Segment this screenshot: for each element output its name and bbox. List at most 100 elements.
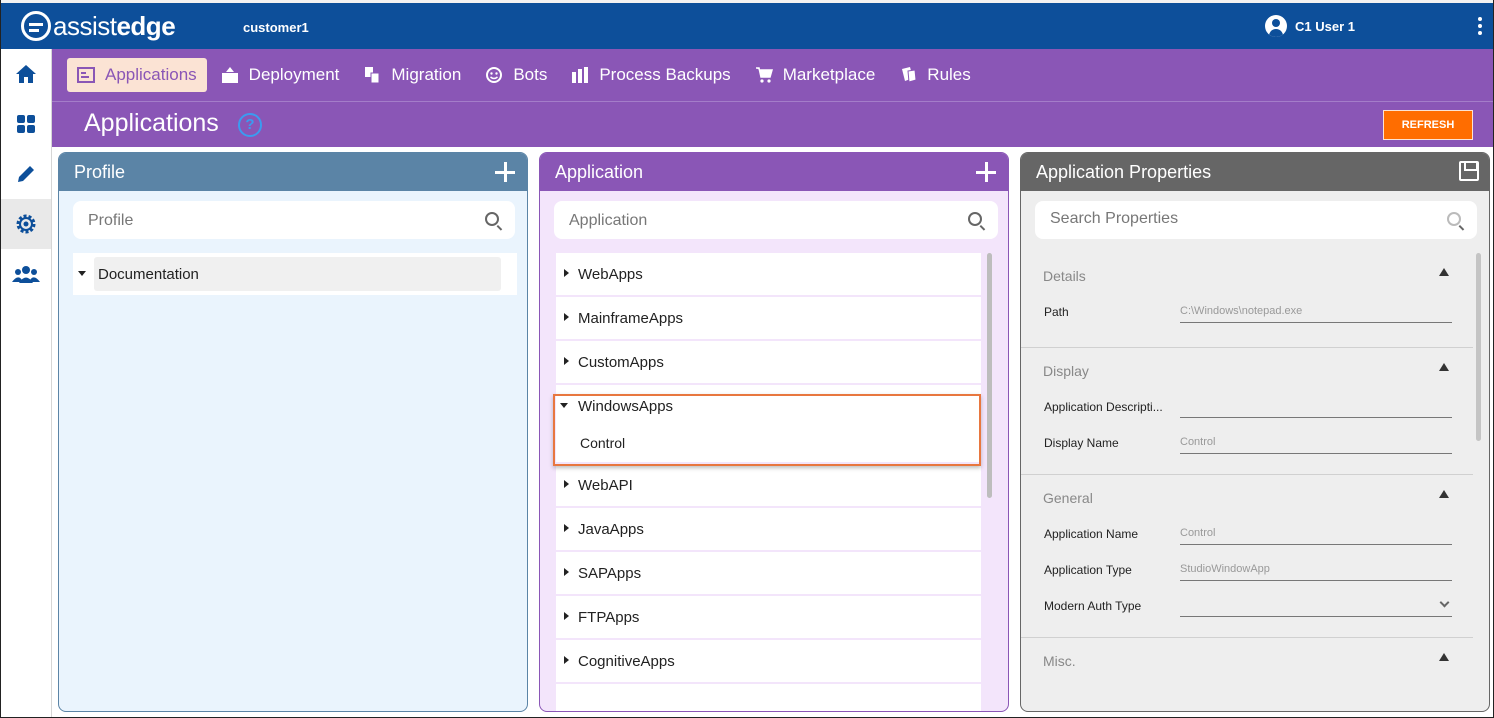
list-item-webapi[interactable]: WebAPI bbox=[556, 464, 981, 506]
caret-right-icon[interactable] bbox=[564, 269, 569, 277]
nav-applications-label: Applications bbox=[105, 65, 197, 84]
nav-rules[interactable]: Rules bbox=[889, 58, 980, 92]
more-options-icon[interactable] bbox=[1477, 17, 1483, 37]
collapse-icon[interactable] bbox=[1439, 490, 1449, 498]
caret-down-icon[interactable] bbox=[560, 403, 568, 408]
nav-applications[interactable]: Applications bbox=[67, 58, 207, 92]
list-item-label: WebApps bbox=[578, 266, 643, 283]
help-icon[interactable]: ? bbox=[238, 113, 262, 137]
rail-settings[interactable] bbox=[1, 199, 51, 249]
assistedge-logo[interactable]: assist edge bbox=[21, 10, 176, 42]
caret-right-icon[interactable] bbox=[564, 480, 569, 488]
list-item-cognitiveapps[interactable]: CognitiveApps bbox=[556, 640, 981, 682]
prop-path-label: Path bbox=[1044, 305, 1069, 319]
prop-app-name-field[interactable]: Control bbox=[1180, 521, 1452, 545]
search-icon[interactable] bbox=[485, 212, 499, 226]
prop-path-field[interactable]: C:\Windows\notepad.exe bbox=[1180, 299, 1452, 323]
section-details-title: Details bbox=[1043, 268, 1086, 284]
nav-marketplace[interactable]: Marketplace bbox=[745, 58, 886, 92]
list-item-label: CustomApps bbox=[578, 354, 664, 371]
profile-panel: Profile Profile Documentation bbox=[58, 152, 528, 712]
page-title-bar: Applications ? REFRESH bbox=[52, 101, 1493, 147]
user-menu[interactable]: C1 User 1 bbox=[1265, 15, 1355, 37]
prop-display-name-row: Display Name Control bbox=[1021, 426, 1473, 462]
prop-description-label: Application Descripti... bbox=[1044, 400, 1163, 414]
prop-auth-type-row: Modern Auth Type bbox=[1021, 589, 1473, 625]
list-item-control[interactable]: Control bbox=[580, 435, 625, 451]
prop-auth-type-select[interactable] bbox=[1180, 593, 1452, 617]
tree-item-documentation[interactable]: Documentation bbox=[94, 257, 501, 291]
marketplace-icon bbox=[755, 67, 773, 83]
logo-text-a: assist bbox=[53, 10, 117, 41]
properties-scrollbar[interactable] bbox=[1476, 253, 1481, 441]
collapse-icon[interactable] bbox=[1439, 268, 1449, 276]
prop-app-name-label: Application Name bbox=[1044, 527, 1139, 541]
nav-process-backups[interactable]: Process Backups bbox=[561, 58, 740, 92]
list-item-partial[interactable] bbox=[556, 684, 981, 711]
home-icon bbox=[16, 65, 36, 83]
properties-search-input[interactable]: Search Properties bbox=[1035, 201, 1477, 239]
rail-dashboard[interactable] bbox=[1, 99, 51, 149]
caret-down-icon[interactable] bbox=[78, 271, 86, 276]
main-nav: Applications Deployment Migration Bots P… bbox=[52, 49, 1493, 101]
section-display-title: Display bbox=[1043, 363, 1089, 379]
app-frame: assist edge customer1 C1 User 1 Applicat… bbox=[0, 0, 1494, 718]
rail-users[interactable] bbox=[1, 249, 51, 299]
rail-edit[interactable] bbox=[1, 149, 51, 199]
bots-icon bbox=[486, 67, 503, 83]
application-scrollbar[interactable] bbox=[987, 253, 992, 498]
nav-deployment[interactable]: Deployment bbox=[211, 58, 350, 92]
list-item-mainframeapps[interactable]: MainframeApps bbox=[556, 297, 981, 339]
profile-search-placeholder: Profile bbox=[88, 212, 134, 229]
rail-home[interactable] bbox=[1, 49, 51, 99]
caret-right-icon[interactable] bbox=[564, 568, 569, 576]
prop-app-type-field[interactable]: StudioWindowApp bbox=[1180, 557, 1452, 581]
profile-search-input[interactable]: Profile bbox=[73, 201, 515, 239]
nav-migration[interactable]: Migration bbox=[353, 58, 471, 92]
refresh-button[interactable]: REFRESH bbox=[1383, 110, 1473, 140]
migration-icon bbox=[365, 67, 380, 84]
list-item-label: MainframeApps bbox=[578, 310, 684, 327]
nav-process-backups-label: Process Backups bbox=[599, 65, 731, 84]
prop-display-name-field[interactable]: Control bbox=[1180, 430, 1452, 454]
list-item-sapapps[interactable]: SAPApps bbox=[556, 552, 981, 594]
profile-tree: Documentation bbox=[73, 253, 517, 295]
chevron-down-icon[interactable] bbox=[1439, 597, 1450, 608]
list-item-javaapps[interactable]: JavaApps bbox=[556, 508, 981, 550]
section-details-header[interactable]: Details bbox=[1021, 253, 1473, 295]
rules-icon bbox=[902, 67, 917, 83]
properties-panel: Application Properties Search Properties… bbox=[1020, 152, 1490, 712]
caret-right-icon[interactable] bbox=[564, 524, 569, 532]
application-search-input[interactable]: Application bbox=[554, 201, 998, 239]
section-display-header[interactable]: Display bbox=[1021, 348, 1473, 390]
left-rail bbox=[1, 49, 52, 717]
list-item-label: JavaApps bbox=[578, 521, 644, 538]
list-item-ftpapps[interactable]: FTPApps bbox=[556, 596, 981, 638]
caret-right-icon[interactable] bbox=[564, 656, 569, 664]
deployment-icon bbox=[221, 67, 238, 83]
search-icon[interactable] bbox=[968, 212, 982, 226]
application-panel-header: Application bbox=[540, 153, 1008, 191]
list-item-webapps[interactable]: WebApps bbox=[556, 253, 981, 295]
section-general-header[interactable]: General bbox=[1021, 475, 1473, 517]
add-application-icon[interactable] bbox=[976, 162, 996, 182]
caret-right-icon[interactable] bbox=[564, 612, 569, 620]
section-misc-header[interactable]: Misc. bbox=[1021, 638, 1473, 680]
caret-right-icon[interactable] bbox=[564, 313, 569, 321]
page-title: Applications bbox=[84, 109, 219, 137]
collapse-icon[interactable] bbox=[1439, 363, 1449, 371]
caret-right-icon[interactable] bbox=[564, 357, 569, 365]
add-profile-icon[interactable] bbox=[495, 162, 515, 182]
search-icon[interactable] bbox=[1447, 212, 1461, 226]
pencil-icon bbox=[18, 166, 34, 182]
prop-app-type-label: Application Type bbox=[1044, 563, 1132, 577]
save-icon[interactable] bbox=[1459, 161, 1479, 181]
prop-auth-type-label: Modern Auth Type bbox=[1044, 599, 1142, 613]
tenant-name: customer1 bbox=[243, 20, 309, 35]
list-item-windowsapps[interactable]: WindowsApps Control bbox=[556, 385, 981, 462]
application-search-placeholder: Application bbox=[569, 212, 648, 229]
prop-description-field[interactable] bbox=[1180, 394, 1452, 418]
list-item-customapps[interactable]: CustomApps bbox=[556, 341, 981, 383]
nav-bots[interactable]: Bots bbox=[475, 58, 557, 92]
collapse-icon[interactable] bbox=[1439, 653, 1449, 661]
